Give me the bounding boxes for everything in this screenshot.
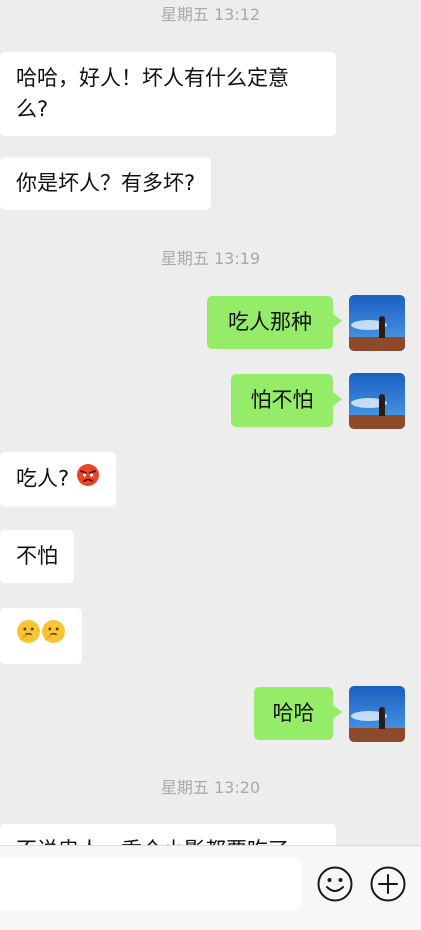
thinking-face-emoji [16,619,41,653]
avatar-image [349,295,405,351]
emoji-button[interactable] [316,865,354,903]
message-input[interactable] [0,858,302,910]
input-toolbar [0,845,421,930]
plus-button[interactable] [369,865,407,903]
incoming-message[interactable]: 吃人? [0,452,116,507]
timestamp: 星期五 13:20 [160,778,261,797]
timestamp: 星期五 13:12 [160,5,261,24]
outgoing-message[interactable]: 哈哈 [254,687,342,740]
plus-circle-icon [370,866,406,902]
outgoing-message[interactable]: 怕不怕 [231,374,342,427]
outgoing-message[interactable]: 吃人那种 [207,296,342,349]
avatar-image [349,686,405,742]
incoming-message[interactable]: 不怕 [0,530,74,583]
thinking-face-emoji [41,619,66,653]
incoming-message[interactable]: 哈哈，好人！坏人有什么定意么? [0,52,336,136]
chat-messages-area[interactable]: 星期五 13:12 哈哈，好人！坏人有什么定意么? 你是坏人？有多坏? 星期五 … [0,0,421,845]
angry-face-emoji [76,463,100,496]
avatar-image [349,373,405,429]
timestamp: 星期五 13:19 [160,249,261,268]
avatar[interactable] [349,295,405,351]
incoming-message[interactable]: 不说忠人，香个小影都要吃了 [0,824,336,845]
avatar[interactable] [349,373,405,429]
incoming-message[interactable] [0,608,82,664]
smiley-icon [317,866,353,902]
message-text: 吃人? [16,466,70,491]
avatar[interactable] [349,686,405,742]
incoming-message[interactable]: 你是坏人？有多坏? [0,157,212,210]
